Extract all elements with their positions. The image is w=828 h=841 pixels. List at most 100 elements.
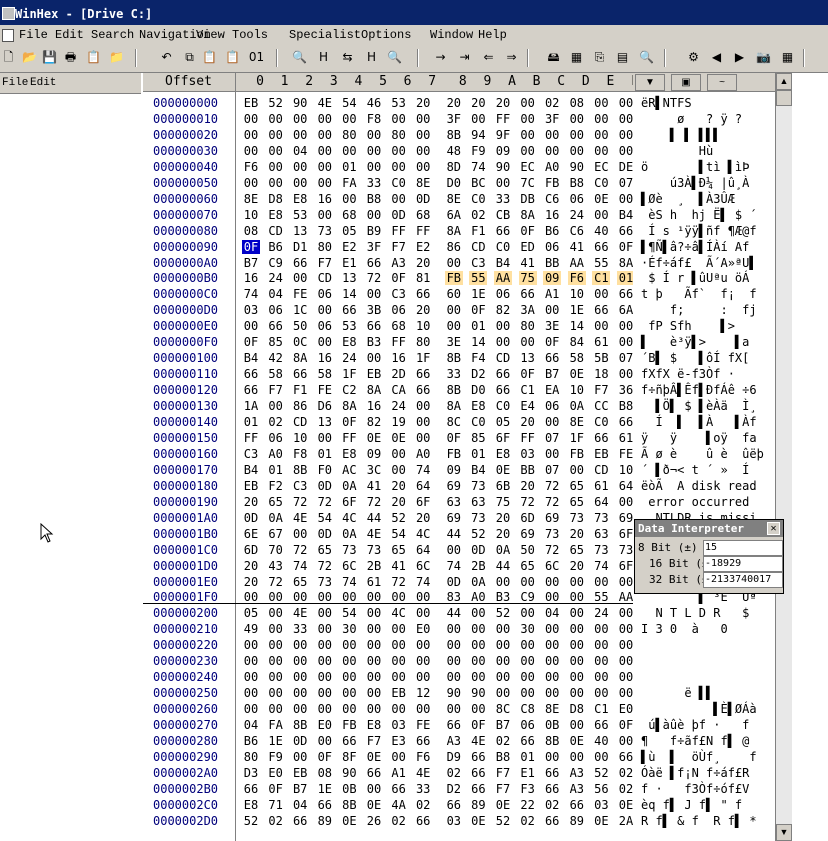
hex-byte[interactable]: 33	[494, 192, 512, 206]
hex-byte[interactable]: 0D	[316, 527, 334, 541]
hex-byte[interactable]: 4E	[291, 511, 309, 525]
hex-byte[interactable]: D2	[469, 367, 487, 381]
hex-byte[interactable]: 0A	[494, 543, 512, 557]
hex-byte[interactable]: 02	[445, 766, 463, 780]
hex-byte[interactable]: FF	[242, 431, 260, 445]
hex-byte[interactable]: 00	[340, 144, 358, 158]
calculator-icon[interactable]: ▤	[614, 49, 631, 66]
hex-byte[interactable]: 00	[568, 463, 586, 477]
hex-byte[interactable]: 00	[365, 208, 383, 222]
hex-byte[interactable]: 73	[340, 543, 358, 557]
hex-byte[interactable]: 74	[414, 575, 432, 589]
hex-byte[interactable]: CD	[494, 351, 512, 365]
hex-byte[interactable]: 72	[543, 479, 561, 493]
hex-byte[interactable]: 4E	[316, 96, 334, 110]
hex-byte[interactable]: F6	[242, 160, 260, 174]
hex-byte[interactable]: 00	[291, 176, 309, 190]
hex-byte[interactable]: 02	[414, 798, 432, 812]
hex-byte[interactable]: 00	[365, 686, 383, 700]
hex-byte[interactable]: 04	[291, 144, 309, 158]
hex-byte[interactable]: 00	[543, 622, 561, 636]
hex-byte[interactable]: 00	[494, 622, 512, 636]
hex-byte[interactable]: 68	[414, 208, 432, 222]
hex-byte[interactable]: 00	[543, 447, 561, 461]
hex-byte[interactable]: 0D	[291, 734, 309, 748]
hex-byte[interactable]: 55	[592, 590, 610, 604]
hex-byte[interactable]: 8E	[568, 415, 586, 429]
hex-byte[interactable]: E8	[242, 798, 260, 812]
hex-row[interactable]: 000000010 00 00 00 00 00 F8 00 00 3F 00 FF 00 3F 00 00 0…	[143, 110, 633, 126]
hex-byte[interactable]: 00	[519, 128, 537, 142]
hex-byte[interactable]: 71	[267, 798, 285, 812]
hex-byte[interactable]: 20	[494, 96, 512, 110]
hex-byte[interactable]: 03	[592, 798, 610, 812]
hex-byte[interactable]: 00	[414, 415, 432, 429]
text-row[interactable]: ëR▌NTFS	[633, 94, 775, 110]
hex-byte[interactable]: 20	[242, 559, 260, 573]
hex-byte[interactable]: 00	[414, 654, 432, 668]
hex-byte[interactable]: 3F	[543, 112, 561, 126]
hex-byte[interactable]: 4E	[469, 734, 487, 748]
hex-byte[interactable]: 41	[519, 256, 537, 270]
hex-byte[interactable]: 00	[519, 686, 537, 700]
hex-byte[interactable]: 04	[267, 287, 285, 301]
hex-byte[interactable]: 00	[592, 208, 610, 222]
hex-byte[interactable]: 00	[543, 670, 561, 684]
hex-byte[interactable]: 52	[494, 814, 512, 828]
hex-byte[interactable]: A0	[543, 160, 561, 174]
hex-byte[interactable]: 6C	[414, 559, 432, 573]
hex-byte[interactable]: 66	[390, 782, 408, 796]
hex-byte[interactable]: 0D	[390, 208, 408, 222]
column-header-4[interactable]: 4	[351, 74, 365, 89]
hex-byte[interactable]: 20	[519, 415, 537, 429]
text-row[interactable]: ▌ù ▌ öÙf¸ f	[633, 748, 775, 764]
hex-byte[interactable]: 73	[469, 479, 487, 493]
open-folder-icon[interactable]: 📁	[108, 49, 125, 66]
hex-byte[interactable]: 08	[568, 96, 586, 110]
hex-byte[interactable]: 06	[316, 319, 334, 333]
hex-byte[interactable]: 63	[445, 495, 463, 509]
hex-byte[interactable]: 41	[568, 240, 586, 254]
hex-byte[interactable]: 42	[267, 351, 285, 365]
hex-byte[interactable]: A0	[267, 447, 285, 461]
hex-byte[interactable]: 8D	[445, 160, 463, 174]
row-offset[interactable]: 000000110	[153, 367, 218, 381]
hex-byte[interactable]: A3	[568, 766, 586, 780]
hex-byte[interactable]: 00	[592, 128, 610, 142]
hex-byte[interactable]: 00	[414, 160, 432, 174]
hex-byte[interactable]: 58	[267, 367, 285, 381]
hex-byte[interactable]: C6	[568, 224, 586, 238]
hex-byte[interactable]: 20	[494, 511, 512, 525]
hex-byte[interactable]: 00	[469, 670, 487, 684]
open-icon[interactable]: 📂	[21, 49, 38, 66]
text-row[interactable]	[633, 668, 775, 684]
column-header-5[interactable]: 5	[376, 74, 390, 89]
hex-byte[interactable]: 7C	[519, 176, 537, 190]
hex-byte[interactable]: 00	[519, 654, 537, 668]
forward-icon[interactable]: ⇒	[503, 49, 520, 66]
hex-byte[interactable]: E1	[340, 256, 358, 270]
hex-byte[interactable]: 00	[390, 192, 408, 206]
hex-byte[interactable]: 3E	[543, 319, 561, 333]
hex-byte[interactable]: F6	[414, 750, 432, 764]
hex-byte[interactable]: 24	[340, 351, 358, 365]
hex-byte[interactable]: 00	[390, 463, 408, 477]
hex-byte[interactable]: 00	[469, 654, 487, 668]
hex-byte[interactable]: 8B	[445, 351, 463, 365]
hex-byte[interactable]: 50	[291, 319, 309, 333]
hex-byte[interactable]: 52	[469, 527, 487, 541]
hex-byte[interactable]: 00	[519, 112, 537, 126]
hex-byte[interactable]: C8	[519, 702, 537, 716]
hex-byte[interactable]: 6C	[543, 559, 561, 573]
hex-byte[interactable]: 06	[316, 287, 334, 301]
ram-icon[interactable]: ▦	[568, 49, 585, 66]
hex-byte[interactable]: 66	[267, 319, 285, 333]
hex-byte[interactable]: 00	[365, 638, 383, 652]
hex-byte[interactable]: 02	[519, 814, 537, 828]
hex-byte[interactable]: 00	[445, 654, 463, 668]
text-row[interactable]	[633, 636, 775, 652]
hex-byte[interactable]: 09	[445, 463, 463, 477]
row-offset[interactable]: 000000160	[153, 447, 218, 461]
hex-byte[interactable]: 00	[390, 622, 408, 636]
hex-byte[interactable]: 00	[291, 271, 309, 285]
